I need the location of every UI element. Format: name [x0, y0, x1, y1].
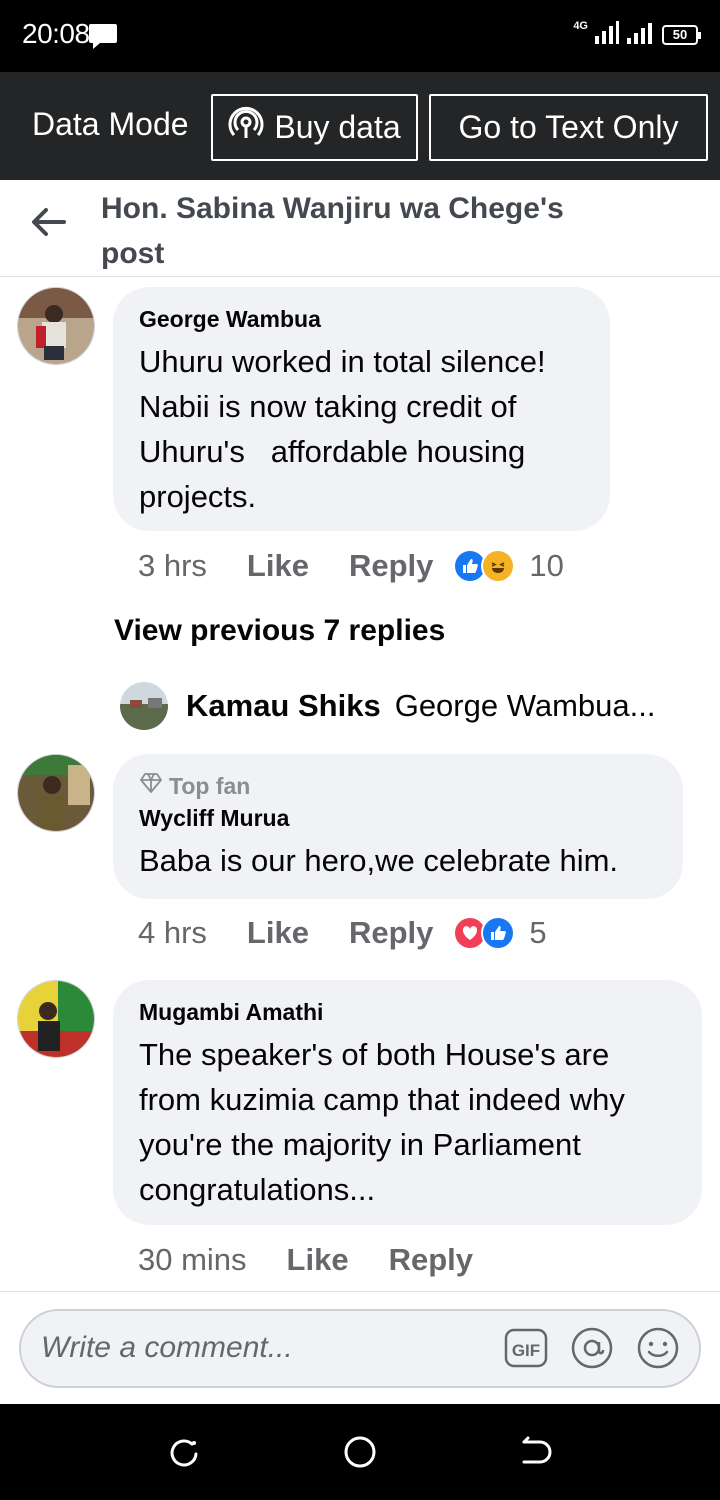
- comment-bubble: Mugambi Amathi The speaker's of both Hou…: [113, 980, 702, 1225]
- reaction-count: 10: [529, 548, 564, 583]
- svg-text:GIF: GIF: [512, 1341, 540, 1360]
- mention-icon[interactable]: [569, 1325, 615, 1376]
- like-button[interactable]: Like: [247, 548, 309, 584]
- like-button[interactable]: Like: [287, 1242, 349, 1278]
- recent-apps-icon[interactable]: [166, 1434, 202, 1475]
- avatar[interactable]: [17, 287, 95, 365]
- reaction-summary[interactable]: 5: [453, 915, 547, 951]
- comment-actions: 30 mins Like Reply: [138, 1242, 473, 1278]
- composer-icons: GIF: [503, 1325, 681, 1376]
- comment-author[interactable]: Wycliff Murua: [139, 804, 657, 832]
- reply-button[interactable]: Reply: [349, 915, 433, 951]
- comment-time[interactable]: 30 mins: [138, 1242, 247, 1278]
- reaction-count: 5: [529, 915, 547, 950]
- post-header: Hon. Sabina Wanjiru wa Chege's post: [0, 180, 720, 277]
- comment-composer-bar: Write a comment... GIF: [0, 1291, 720, 1404]
- buy-data-label: Buy data: [274, 109, 401, 145]
- reply-button[interactable]: Reply: [349, 548, 433, 584]
- avatar[interactable]: [17, 754, 95, 832]
- data-mode-bar: Data Mode Buy data Go to Text Only: [0, 72, 720, 180]
- comment-actions: 4 hrs Like Reply 5: [138, 915, 547, 951]
- comment-bubble: George Wambua Uhuru worked in total sile…: [113, 287, 610, 531]
- post-title: Hon. Sabina Wanjiru wa Chege's post: [101, 192, 564, 270]
- status-indicators: 4G 50: [573, 20, 701, 49]
- reply-preview[interactable]: Kamau Shiks George Wambua...: [120, 682, 655, 730]
- comment-bubble: Top fan Wycliff Murua Baba is our hero,w…: [113, 754, 683, 899]
- avatar[interactable]: [120, 682, 168, 730]
- battery-icon: 50: [662, 24, 701, 45]
- system-navigation-bar: [0, 1404, 720, 1500]
- haha-reaction-icon: [481, 549, 516, 583]
- view-previous-replies-link[interactable]: View previous 7 replies: [114, 614, 445, 648]
- reply-author: Kamau Shiks: [186, 688, 381, 723]
- comment-author[interactable]: Mugambi Amathi: [139, 998, 676, 1026]
- like-reaction-icon: [481, 916, 516, 950]
- top-fan-badge: Top fan: [139, 772, 657, 800]
- reply-button[interactable]: Reply: [389, 1242, 473, 1278]
- broadcast-icon: [228, 106, 264, 150]
- comment-time[interactable]: 3 hrs: [138, 548, 207, 584]
- back-arrow-icon[interactable]: [30, 206, 66, 243]
- like-button[interactable]: Like: [247, 915, 309, 951]
- text-only-button[interactable]: Go to Text Only: [429, 94, 708, 161]
- signal-icon-2: [626, 20, 656, 49]
- comment-text: Baba is our hero,we celebrate him.: [139, 843, 619, 878]
- top-fan-label: Top fan: [169, 772, 251, 799]
- message-notification-icon: [88, 22, 118, 55]
- status-time: 20:08: [22, 18, 90, 49]
- gif-icon[interactable]: GIF: [503, 1325, 549, 1376]
- buy-data-button[interactable]: Buy data: [211, 94, 418, 161]
- back-icon[interactable]: [518, 1434, 554, 1475]
- signal-icon: [594, 20, 620, 49]
- comment-input[interactable]: Write a comment... GIF: [19, 1309, 701, 1388]
- home-icon[interactable]: [342, 1434, 378, 1475]
- comment-input-placeholder: Write a comment...: [41, 1331, 293, 1364]
- comment-actions: 3 hrs Like Reply 10: [138, 548, 564, 584]
- diamond-icon: [139, 772, 163, 800]
- comment-text: The speaker's of both House's are from k…: [139, 1037, 625, 1207]
- status-bar: 20:08 4G 50: [0, 0, 720, 72]
- comment-time[interactable]: 4 hrs: [138, 915, 207, 951]
- comment-author[interactable]: George Wambua: [139, 305, 584, 333]
- network-type: 4G: [573, 20, 588, 32]
- comment-text: Uhuru worked in total silence! Nabii is …: [139, 344, 546, 514]
- reply-snippet: George Wambua...: [394, 688, 656, 723]
- data-mode-label: Data Mode: [32, 106, 189, 142]
- avatar[interactable]: [17, 980, 95, 1058]
- reaction-summary[interactable]: 10: [453, 548, 564, 584]
- emoji-icon[interactable]: [635, 1325, 681, 1376]
